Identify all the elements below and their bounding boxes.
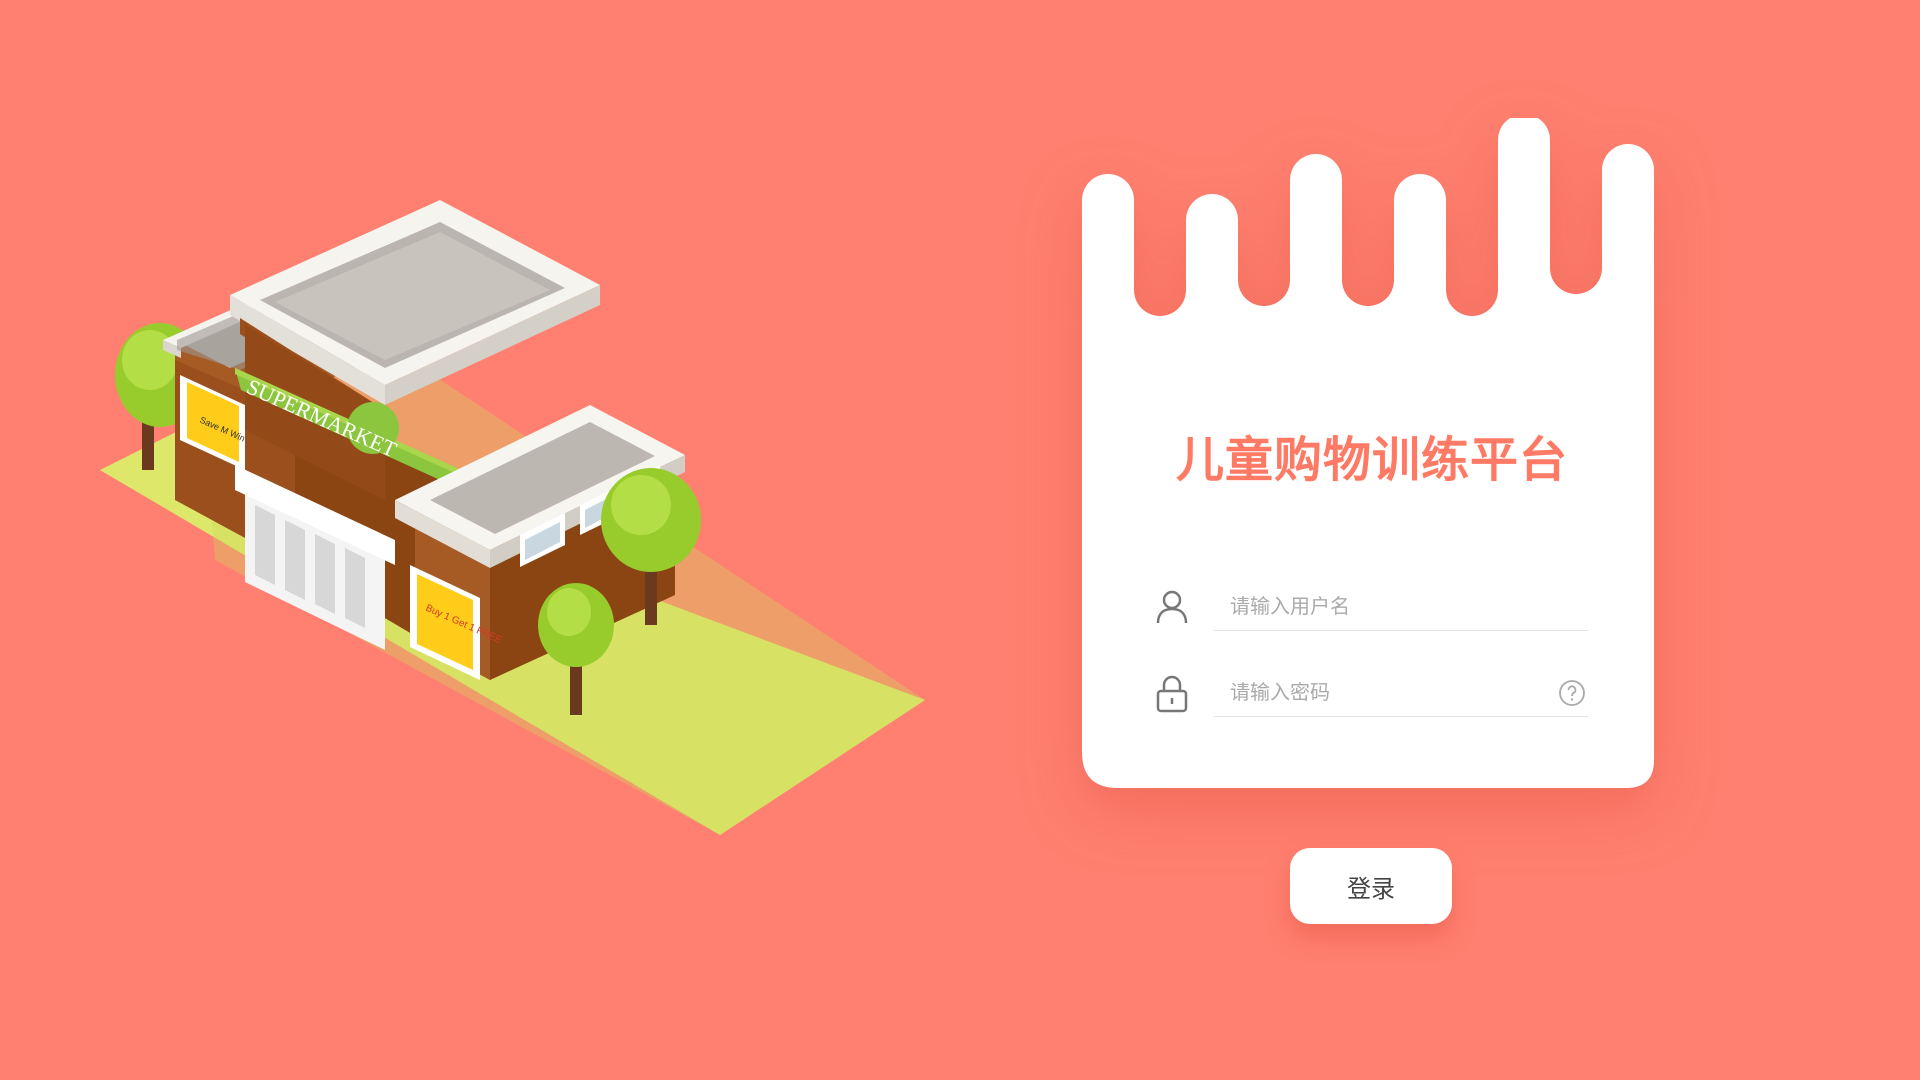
user-icon — [1156, 590, 1188, 624]
question-circle-icon[interactable] — [1558, 679, 1586, 707]
password-field — [1152, 667, 1592, 719]
password-input[interactable] — [1214, 667, 1588, 717]
page-title: 儿童购物训练平台 — [1175, 432, 1568, 488]
username-input[interactable] — [1214, 581, 1588, 631]
login-page: Save M Win SUPERMARKET Buy 1 Get 1 FREE … — [0, 0, 1920, 1080]
login-button[interactable]: 登录 — [1290, 848, 1452, 924]
supermarket-illustration: Save M Win SUPERMARKET Buy 1 Get 1 FREE — [100, 200, 925, 835]
username-field — [1152, 581, 1592, 633]
lock-icon — [1156, 675, 1188, 713]
login-card: 儿童购物训练平台 — [1082, 118, 1662, 798]
